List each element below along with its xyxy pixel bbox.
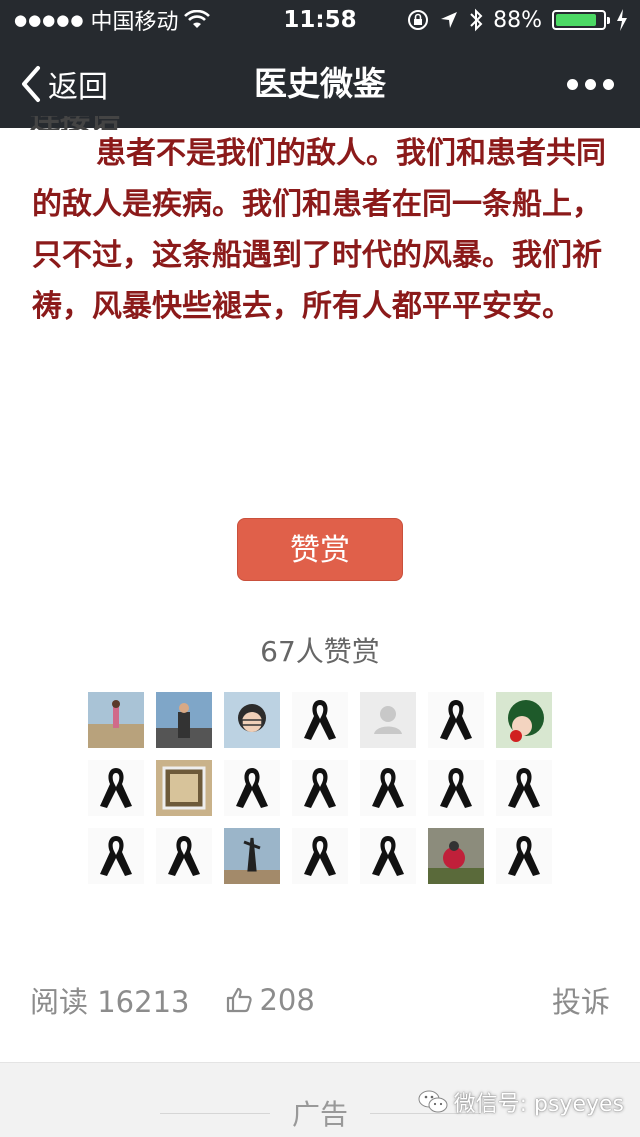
default-avatar-icon <box>360 692 416 748</box>
reward-avatar[interactable] <box>428 692 484 748</box>
black-ribbon-icon <box>88 828 144 884</box>
battery-percent: 88% <box>493 7 542 33</box>
more-button[interactable] <box>567 40 614 128</box>
reward-avatar[interactable] <box>292 828 348 884</box>
reward-avatar[interactable] <box>496 828 552 884</box>
black-ribbon-icon <box>156 828 212 884</box>
black-ribbon-icon <box>360 760 416 816</box>
black-ribbon-icon <box>88 760 144 816</box>
reward-avatar[interactable] <box>496 760 552 816</box>
reward-avatar[interactable] <box>292 692 348 748</box>
article-body: 患者不是我们的敌人。我们和患者共同的敌人是疾病。我们和患者在同一条船上，只不过，… <box>32 128 612 332</box>
more-dot-icon <box>603 78 614 90</box>
wechat-logo-icon <box>418 1090 448 1113</box>
rotation-lock-icon <box>408 10 429 30</box>
reward-avatar[interactable] <box>224 760 280 816</box>
bluetooth-icon <box>470 8 483 32</box>
more-dot-icon <box>585 78 596 90</box>
nav-bar: 返回 医史微鉴 <box>0 40 640 128</box>
reward-avatar-grid <box>88 692 558 886</box>
reward-avatar[interactable] <box>88 760 144 816</box>
avatar-image <box>224 828 280 884</box>
battery-icon <box>552 10 610 30</box>
more-dot-icon <box>567 78 578 90</box>
black-ribbon-icon <box>360 828 416 884</box>
reward-avatar[interactable] <box>360 760 416 816</box>
avatar-image <box>428 828 484 884</box>
thumbs-up-icon <box>227 987 253 1013</box>
black-ribbon-icon <box>496 760 552 816</box>
reward-avatar[interactable] <box>292 760 348 816</box>
black-ribbon-icon <box>292 692 348 748</box>
avatar-image <box>88 692 144 748</box>
watermark-text: 微信号: psyeyes <box>453 1092 624 1117</box>
avatar-image <box>156 760 212 816</box>
reward-avatar[interactable] <box>88 692 144 748</box>
reward-avatar[interactable] <box>88 828 144 884</box>
report-link[interactable]: 投诉 <box>552 979 610 1021</box>
article-stats: 阅读 16213 208 投诉 <box>30 976 610 1024</box>
reward-avatar[interactable] <box>224 828 280 884</box>
reward-avatar[interactable] <box>360 828 416 884</box>
black-ribbon-icon <box>292 760 348 816</box>
reward-button[interactable]: 赞赏 <box>237 518 403 581</box>
reward-avatar[interactable] <box>428 760 484 816</box>
reward-avatar[interactable] <box>224 692 280 748</box>
reward-avatar[interactable] <box>496 692 552 748</box>
black-ribbon-icon <box>224 760 280 816</box>
avatar-image <box>496 692 552 748</box>
like-button[interactable]: 208 <box>225 983 315 1017</box>
charging-icon <box>617 9 627 31</box>
black-ribbon-icon <box>292 828 348 884</box>
reward-avatar[interactable] <box>156 760 212 816</box>
black-ribbon-icon <box>428 760 484 816</box>
read-count: 阅读 16213 <box>30 985 190 1019</box>
article-paragraph: 患者不是我们的敌人。我们和患者共同的敌人是疾病。我们和患者在同一条船上，只不过，… <box>32 136 606 324</box>
avatar-image <box>156 692 212 748</box>
reward-avatar[interactable] <box>428 828 484 884</box>
reward-avatar[interactable] <box>156 828 212 884</box>
black-ribbon-icon <box>428 692 484 748</box>
like-count: 208 <box>259 983 315 1017</box>
reward-count[interactable]: 67人赞赏 <box>0 628 640 676</box>
reward-avatar[interactable] <box>360 692 416 748</box>
reward-avatar[interactable] <box>156 692 212 748</box>
wechat-watermark: 微信号: psyeyes <box>418 1086 624 1118</box>
status-right: 88% <box>407 0 628 40</box>
avatar-image <box>224 692 280 748</box>
page-title: 医史微鉴 <box>254 64 386 103</box>
black-ribbon-icon <box>496 828 552 884</box>
location-icon <box>441 12 458 28</box>
status-bar: ●●●●● 中国移动 11:58 88% <box>0 0 640 40</box>
